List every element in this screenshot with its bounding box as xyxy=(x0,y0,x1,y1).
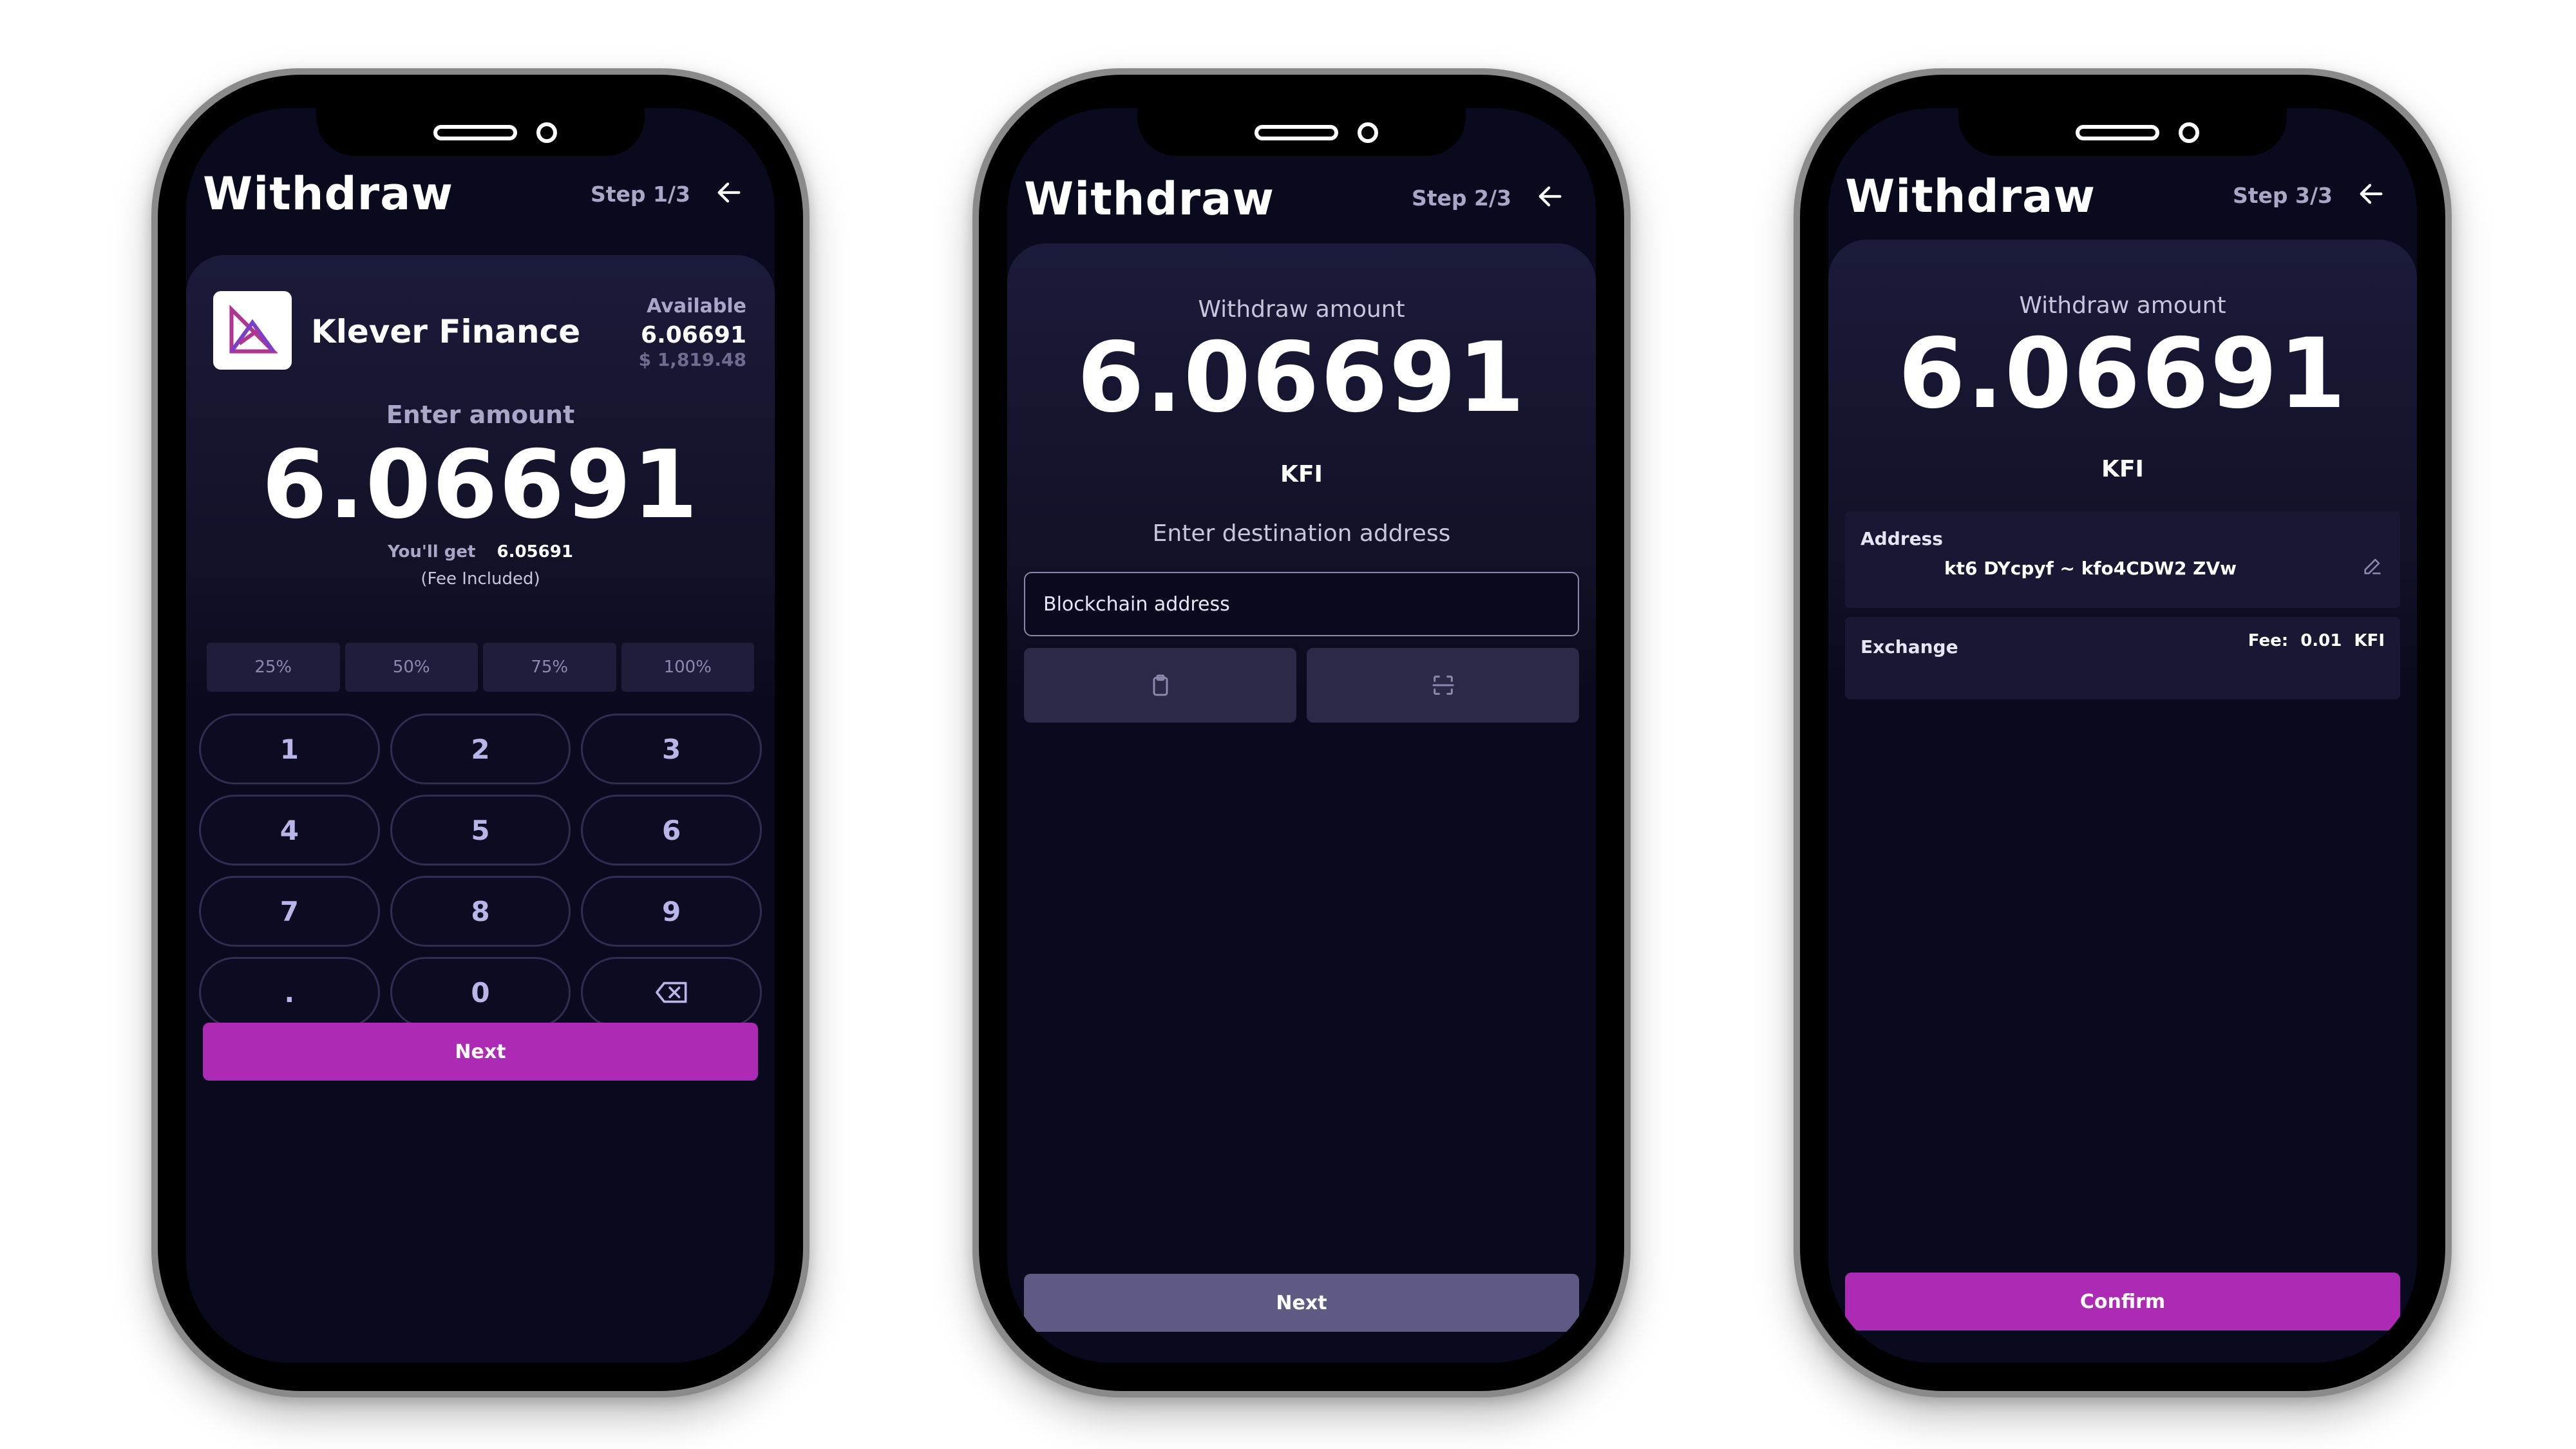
arrow-left-icon xyxy=(717,182,741,203)
key-9[interactable]: 9 xyxy=(581,876,762,947)
key-1[interactable]: 1 xyxy=(199,714,380,784)
numeric-keypad: 1 2 3 4 5 6 7 8 9 . 0 xyxy=(199,714,762,1028)
paste-button[interactable] xyxy=(1024,648,1296,723)
percent-75-button[interactable]: 75% xyxy=(483,643,616,692)
page-title: Withdraw xyxy=(1024,173,1275,225)
phone-bezel: Withdraw Step 2/3 Withdraw amount 6.0669… xyxy=(979,75,1624,1391)
key-decimal[interactable]: . xyxy=(199,957,380,1028)
phone-frame-step-3: Withdraw Step 3/3 Withdraw amount 6.0669… xyxy=(1794,68,2452,1397)
available-label: Available xyxy=(647,295,746,317)
camera-icon xyxy=(1358,122,1378,143)
fee-label: Fee: xyxy=(2248,631,2289,650)
screen-step-2: Withdraw Step 2/3 Withdraw amount 6.0669… xyxy=(1007,108,1596,1363)
phone-notch xyxy=(1137,108,1466,156)
withdraw-amount-label: Withdraw amount xyxy=(2019,292,2226,319)
withdraw-amount-label: Withdraw amount xyxy=(1198,296,1405,323)
confirm-button[interactable]: Confirm xyxy=(1845,1273,2400,1331)
fee-note: (Fee Included) xyxy=(421,569,540,589)
back-button[interactable] xyxy=(714,178,744,207)
key-2[interactable]: 2 xyxy=(390,714,571,784)
backspace-button[interactable] xyxy=(581,957,762,1028)
step-indicator: Step 2/3 xyxy=(1412,185,1512,211)
available-amount: 6.06691 xyxy=(641,322,746,348)
enter-amount-label: Enter amount xyxy=(386,401,575,429)
phone-bezel: Withdraw Step 3/3 Withdraw amount 6.0669… xyxy=(1800,75,2445,1391)
screen-step-3: Withdraw Step 3/3 Withdraw amount 6.0669… xyxy=(1828,108,2417,1363)
percent-100-button[interactable]: 100% xyxy=(621,643,754,692)
key-3[interactable]: 3 xyxy=(581,714,762,784)
pencil-icon[interactable] xyxy=(2362,555,2383,577)
fee-value: 0.01 xyxy=(2300,631,2342,650)
you-get-value: 6.05691 xyxy=(497,542,573,562)
percent-50-button[interactable]: 50% xyxy=(345,643,478,692)
step-indicator: Step 3/3 xyxy=(2233,183,2333,208)
key-6[interactable]: 6 xyxy=(581,795,762,866)
address-tools xyxy=(1024,648,1579,723)
key-0[interactable]: 0 xyxy=(390,957,571,1028)
key-7[interactable]: 7 xyxy=(199,876,380,947)
exchange-card: Exchange Fee: 0.01 KFI xyxy=(1845,617,2400,699)
clipboard-icon xyxy=(1153,674,1168,696)
backspace-icon xyxy=(655,981,687,1003)
arrow-left-icon xyxy=(1539,186,1562,207)
next-button[interactable]: Next xyxy=(203,1023,758,1081)
address-card[interactable]: Address kt6 DYcpyf ~ kfo4CDW2 ZVw xyxy=(1845,511,2400,608)
address-value: kt6 DYcpyf ~ kfo4CDW2 ZVw xyxy=(1944,558,2237,579)
camera-icon xyxy=(2179,122,2199,143)
phone-notch xyxy=(1958,108,2287,156)
fee-info: Fee: 0.01 KFI xyxy=(2248,631,2385,650)
key-5[interactable]: 5 xyxy=(390,795,571,866)
you-get-label: You'll get xyxy=(388,542,476,562)
blockchain-address-input[interactable]: Blockchain address xyxy=(1024,572,1579,636)
asset-name: Klever Finance xyxy=(311,313,581,350)
fee-unit: KFI xyxy=(2354,631,2385,650)
currency-unit: KFI xyxy=(1280,461,1323,488)
phone-bezel: Withdraw Step 1/3 Klever Finance Availab… xyxy=(158,75,803,1391)
qr-scan-icon xyxy=(1432,676,1454,695)
address-label: Address xyxy=(1861,528,1943,549)
phone-frame-step-1: Withdraw Step 1/3 Klever Finance Availab… xyxy=(151,68,810,1397)
screen-step-1: Withdraw Step 1/3 Klever Finance Availab… xyxy=(186,108,775,1363)
key-8[interactable]: 8 xyxy=(390,876,571,947)
speaker-icon xyxy=(2076,125,2159,140)
back-button[interactable] xyxy=(1535,182,1565,211)
destination-label: Enter destination address xyxy=(1152,520,1451,547)
page-title: Withdraw xyxy=(203,167,454,220)
currency-unit: KFI xyxy=(2101,456,2144,482)
speaker-icon xyxy=(1255,125,1338,140)
phone-frame-step-2: Withdraw Step 2/3 Withdraw amount 6.0669… xyxy=(972,68,1631,1397)
klever-logo-icon xyxy=(213,291,292,370)
phone-notch xyxy=(316,108,645,156)
page-title: Withdraw xyxy=(1845,170,2096,223)
speaker-icon xyxy=(433,125,517,140)
exchange-label: Exchange xyxy=(1861,636,1958,658)
available-usd: $ 1,819.48 xyxy=(638,349,746,370)
scan-qr-button[interactable] xyxy=(1307,648,1579,723)
you-get-line: You'll get 6.05691 xyxy=(186,542,775,562)
step-indicator: Step 1/3 xyxy=(591,182,691,207)
amount-display: 6.06691 xyxy=(261,430,699,540)
key-4[interactable]: 4 xyxy=(199,795,380,866)
amount-display: 6.06691 xyxy=(1077,322,1526,434)
next-button[interactable]: Next xyxy=(1024,1274,1579,1332)
camera-icon xyxy=(536,122,557,143)
percent-buttons: 25% 50% 75% 100% xyxy=(207,643,754,692)
amount-display: 6.06691 xyxy=(1898,318,2347,430)
arrow-left-icon xyxy=(2360,184,2383,204)
back-button[interactable] xyxy=(2356,179,2386,209)
percent-25-button[interactable]: 25% xyxy=(207,643,340,692)
